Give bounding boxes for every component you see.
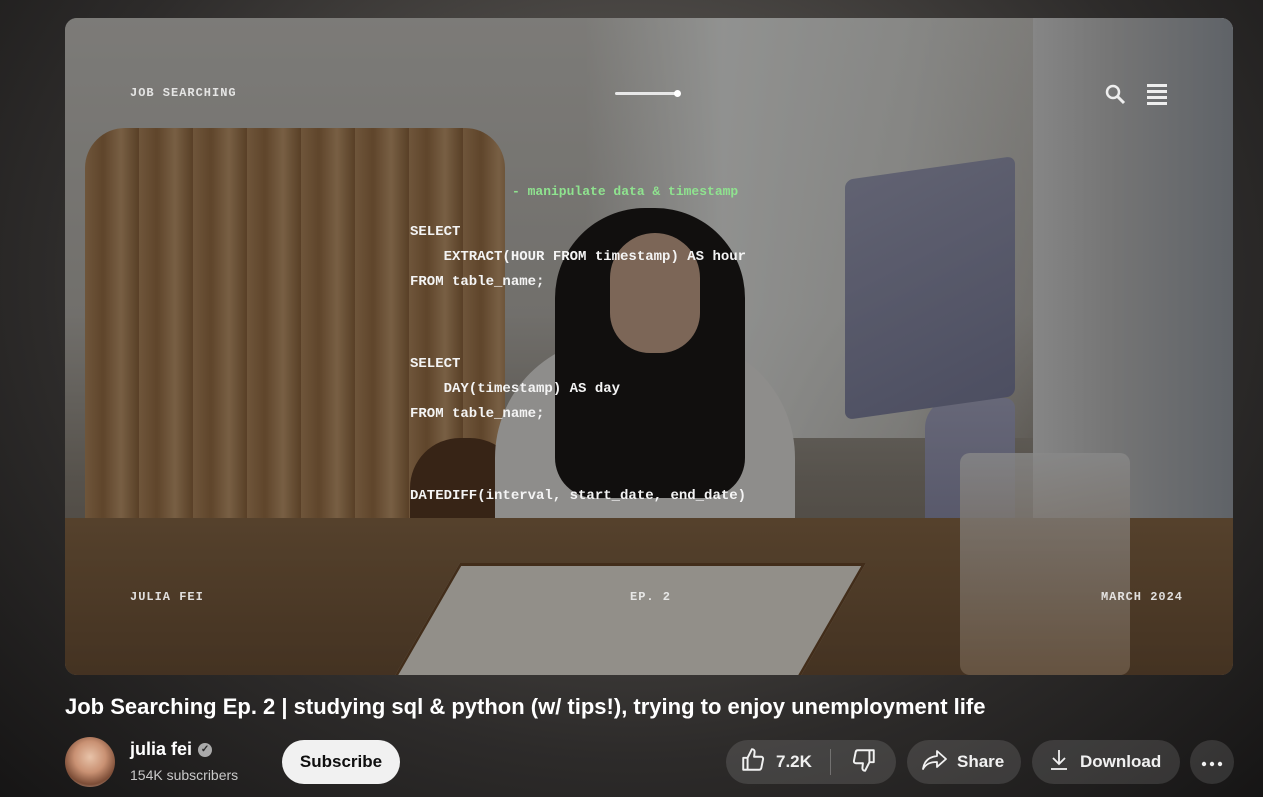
download-button[interactable]: Download [1032,740,1180,784]
code-block-day: SELECT DAY(timestamp) AS day FROM table_… [410,356,621,422]
code-comment: - manipulate data & timestamp [512,184,739,199]
video-overlay-title: JOB SEARCHING [130,86,237,100]
overlay-menu-icon [1143,80,1171,108]
code-block-extract: SELECT EXTRACT(HOUR FROM timestamp) AS h… [410,224,747,290]
video-frame [65,18,1233,675]
verified-check-icon: ✓ [198,742,213,757]
more-horizontal-icon [1201,752,1223,772]
like-button[interactable]: 7.2K [726,740,830,784]
channel-avatar[interactable] [65,737,115,787]
subscriber-count: 154K subscribers [130,767,239,783]
thumbs-up-icon [740,747,766,778]
video-overlay-episode: EP. 2 [630,590,672,604]
share-arrow-icon [921,748,949,777]
download-label: Download [1080,752,1162,771]
video-overlay-bar [615,90,681,97]
video-overlay-author: JULIA FEI [130,590,204,604]
code-block-datediff: DATEDIFF(interval, start_date, end_date) [410,488,747,504]
dislike-button[interactable] [831,740,896,784]
share-button[interactable]: Share [907,740,1021,784]
like-dislike-group: 7.2K [726,740,896,784]
video-overlay-date: MARCH 2024 [1100,590,1183,604]
thumbs-down-icon [851,747,877,778]
more-actions-button[interactable] [1190,740,1234,784]
video-player[interactable]: JOB SEARCHING - manipulate data & timest… [65,18,1233,675]
channel-name[interactable]: julia fei [130,739,192,760]
download-icon [1048,748,1070,777]
channel-name-row[interactable]: julia fei ✓ [130,739,213,760]
share-label: Share [957,752,1005,771]
like-count: 7.2K [776,752,812,771]
overlay-search-icon [1101,80,1129,108]
video-title: Job Searching Ep. 2 | studying sql & pyt… [65,694,986,719]
subscribe-button[interactable]: Subscribe [282,740,400,784]
